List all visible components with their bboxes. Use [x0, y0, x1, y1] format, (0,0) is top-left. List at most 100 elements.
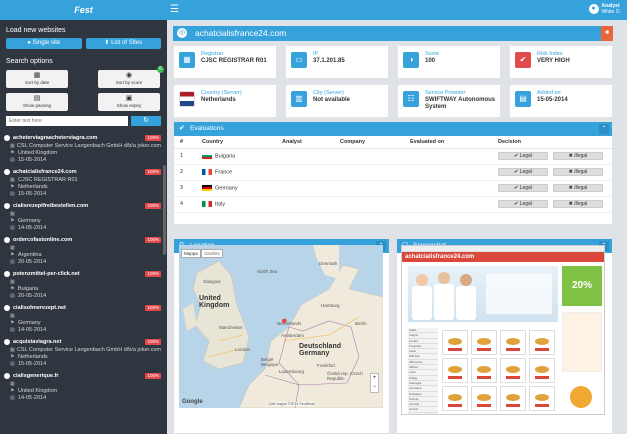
legal-button[interactable]: ✔ Legal	[498, 200, 548, 208]
flag-icon: ⚑	[10, 285, 15, 292]
row-decision: ✔ Legal ✖ Illegal	[492, 196, 612, 213]
site-name[interactable]: cialisohnerezept.net	[13, 305, 145, 311]
row-analyst	[276, 196, 334, 213]
building-icon: ▦	[10, 210, 15, 217]
site-registrar: ▦ CSL Computer Service Langenbach GmbH d/…	[10, 346, 161, 353]
site-list-item[interactable]: cialisgenerique.fr 100% ▦ ⚑ United Kingdom ▤ 1…	[4, 371, 161, 401]
site-search-input[interactable]	[6, 116, 128, 126]
info-card: ▦ Registrar CJSC REGISTRAR R01	[173, 45, 277, 79]
shot-product	[471, 330, 497, 355]
gauge-icon: ◉	[125, 72, 133, 79]
location-panel: ⚲Location⌃ Mappa Satellite United Kingdo…	[173, 238, 390, 434]
illegal-button[interactable]: ✖ Illegal	[553, 184, 603, 192]
legal-button[interactable]: ✔ Legal	[498, 184, 548, 192]
globe-icon	[4, 134, 10, 141]
site-name[interactable]: achatcialisfrance24.com	[13, 169, 145, 175]
sort-by-date-button[interactable]: ▦ Sort by date	[6, 70, 68, 88]
delete-button[interactable]: ■	[601, 26, 613, 41]
site-name[interactable]: cialisgenerique.fr	[13, 373, 145, 379]
globe-icon	[4, 168, 10, 175]
site-title: achatcialisfrance24.com	[195, 28, 287, 38]
risk-badge: 100%	[145, 372, 161, 379]
zoom-control[interactable]: + −	[370, 373, 379, 393]
show-expiry-button[interactable]: ▣ Show expiry	[98, 93, 160, 111]
single-site-button[interactable]: ● Single site	[6, 38, 82, 49]
card-label: City (Server)	[313, 90, 344, 96]
site-list-item[interactable]: acquistaviagra.net 100% ▦ CSL Computer Serv…	[4, 337, 161, 367]
site-list-item[interactable]: achatcialisfrance24.com 100% ▦ CJSC REGISTR…	[4, 167, 161, 197]
site-country: ⚑ Netherlands	[10, 183, 48, 190]
info-card: ✔ Risk Index VERY HIGH	[509, 45, 613, 79]
label-london: London	[235, 347, 251, 352]
illegal-button[interactable]: ✖ Illegal	[553, 168, 603, 176]
col-decision: Decision	[492, 136, 612, 149]
legal-button[interactable]: ✔ Legal	[498, 152, 548, 160]
card-label: Risk Index	[537, 51, 563, 57]
site-registrar: ▦ CJSC REGISTRAR R01	[10, 176, 78, 183]
site-name[interactable]: potenzmittel-per-click.net	[13, 271, 145, 277]
site-country: ⚑ Netherlands	[10, 353, 48, 360]
site-list-item[interactable]: cialisohnerezept.net 100% ▦ ⚑ Germany ▤ 14-05-…	[4, 303, 161, 333]
trash-icon: ■	[605, 30, 609, 36]
sidebar-scrollbar[interactable]	[163, 165, 166, 255]
flag-icon: ⚑	[10, 387, 15, 394]
lock-open-icon: ▤	[33, 95, 41, 102]
site-name[interactable]: acquistaviagra.net	[13, 339, 145, 345]
row-country: Germany	[196, 180, 276, 197]
globe-icon	[4, 270, 10, 277]
shot-product	[471, 358, 497, 383]
flag-icon	[202, 152, 212, 159]
building-icon: ▦	[10, 176, 15, 183]
row-decision: ✔ Legal ✖ Illegal	[492, 180, 612, 197]
evaluations-panel: ✔ Evaluations ⌃ # Country Analyst Company …	[173, 121, 613, 225]
site-list-item[interactable]: potenzmittel-per-click.net 100% ▦ ⚑ Bulgaria…	[4, 269, 161, 299]
list-of-sites-button[interactable]: ⬆ List of Sites	[85, 38, 161, 49]
illegal-button[interactable]: ✖ Illegal	[553, 152, 603, 160]
card-label: Added on	[537, 90, 561, 96]
site-list-item[interactable]: cialisrezeptfreibestellen.com 100% ▦ ⚑ Germa…	[4, 201, 161, 231]
risk-badge: 100%	[145, 134, 161, 141]
col-evaluated-on: Evaluated on	[404, 136, 492, 149]
refresh-button[interactable]: ↻	[131, 116, 161, 126]
site-registrar: ▦	[4, 210, 161, 217]
illegal-button[interactable]: ✖ Illegal	[553, 200, 603, 208]
satellite-tab[interactable]: Satellite	[201, 249, 224, 258]
map-tab[interactable]: Mappa	[181, 249, 201, 258]
row-evaluated-on	[404, 180, 492, 197]
row-analyst	[276, 180, 334, 197]
site-name[interactable]: ordercofastonline.com	[13, 237, 145, 243]
row-company	[334, 196, 404, 213]
menu-icon[interactable]: ☰	[170, 4, 179, 16]
flag-icon: ⚑	[10, 353, 15, 360]
flag-icon: ⚑	[10, 319, 15, 326]
screenshot-panel: ▢Screenshot⌃ achatcialisfrance24.com 20%…	[396, 238, 613, 434]
site-list-item[interactable]: acheterviagraacheterviagra.com 100% ▦ CSL C…	[4, 133, 161, 163]
flag-icon	[179, 91, 195, 107]
label-berlin: Berlin	[355, 321, 367, 326]
site-list-item[interactable]: ordercofastonline.com 100% ▦ ⚑ Argentina ▤ 20-…	[4, 235, 161, 265]
collapse-evaluations-button[interactable]: ⌃	[599, 124, 609, 134]
map-footer: Dati mappa ©2014 GeoBasis	[269, 402, 315, 406]
network-icon: ☷	[403, 91, 419, 107]
legal-button[interactable]: ✔ Legal	[498, 168, 548, 176]
site-name[interactable]: acheterviagraacheterviagra.com	[13, 135, 145, 141]
col-company: Company	[334, 136, 404, 149]
card-label: Registrar	[201, 51, 224, 57]
show-passing-button[interactable]: ▤ Show passing	[6, 93, 68, 111]
map[interactable]: Mappa Satellite United Kingdom Deutschla…	[179, 245, 383, 408]
brand-logo: Fest	[0, 0, 167, 20]
card-value: 37.1.201.85	[313, 58, 345, 64]
calendar-icon: ▤	[10, 156, 15, 163]
user-menu[interactable]: ● Analyst White O.	[588, 3, 621, 15]
lock-icon: ▣	[125, 95, 133, 102]
site-name[interactable]: cialisrezeptfreibestellen.com	[13, 203, 145, 209]
shot-product	[471, 386, 497, 411]
label-lux: Luxembourg	[279, 369, 305, 374]
flag-icon: ⚑	[10, 217, 15, 224]
label-be: België Belgique	[261, 357, 279, 367]
shot-site-title: achatcialisfrance24.com	[402, 252, 604, 262]
map-pin-icon[interactable]: ●	[281, 315, 288, 327]
google-logo: Google	[182, 399, 203, 405]
site-registrar: ▦ CSL Computer Service Langenbach GmbH d/…	[10, 142, 161, 149]
sort-by-score-button[interactable]: ◉ Sort by score 6	[98, 66, 164, 88]
